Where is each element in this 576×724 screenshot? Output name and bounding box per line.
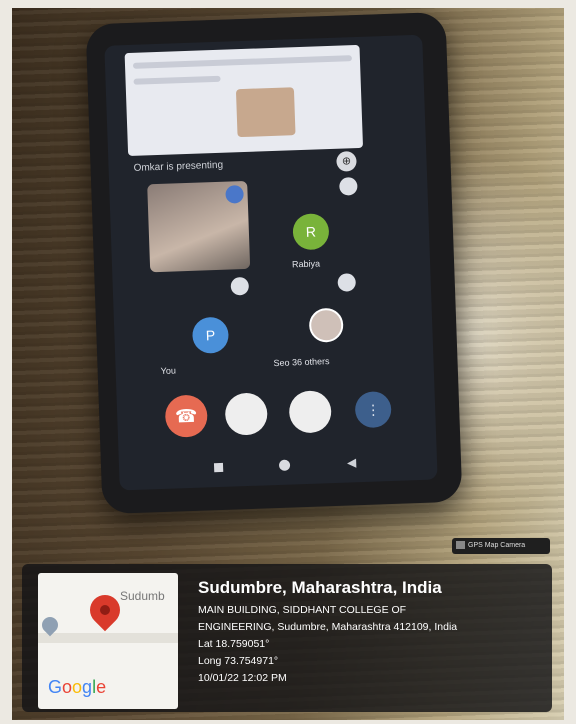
avatar-others[interactable] bbox=[308, 307, 344, 343]
back-icon[interactable]: ◀ bbox=[347, 455, 357, 469]
shared-screen-text bbox=[133, 75, 221, 85]
participant-name-rabiya: Rabiya bbox=[291, 258, 321, 270]
recent-apps-icon[interactable] bbox=[213, 462, 224, 473]
map-road bbox=[38, 633, 178, 643]
gps-info-text: Sudumbre, Maharashtra, India MAIN BUILDI… bbox=[198, 578, 548, 687]
mic-indicator-icon bbox=[225, 185, 244, 204]
home-icon[interactable] bbox=[278, 459, 291, 471]
more-options-button[interactable]: ⋮ bbox=[354, 391, 392, 429]
smartphone: Omkar is presenting ⊕ R Rabiya P You Seo… bbox=[85, 11, 463, 515]
camera-icon bbox=[456, 541, 465, 550]
tile-menu-icon[interactable] bbox=[337, 273, 357, 292]
latitude: Lat 18.759051° bbox=[198, 638, 270, 650]
map-thumbnail: Sudumb Google bbox=[38, 573, 178, 709]
location-title: Sudumbre, Maharashtra, India bbox=[198, 578, 442, 597]
end-call-button[interactable]: ☎ bbox=[164, 394, 209, 438]
pin-icon[interactable]: ⊕ bbox=[336, 151, 357, 172]
gps-badge-text: GPS Map Camera bbox=[468, 542, 526, 549]
camera-button[interactable] bbox=[288, 390, 332, 434]
tile-menu-icon[interactable] bbox=[339, 177, 358, 196]
shared-screen-toolbar bbox=[132, 55, 353, 69]
google-logo: Google bbox=[48, 677, 107, 697]
avatar-rabiya[interactable]: R bbox=[292, 213, 330, 251]
gps-camera-badge: GPS Map Camera bbox=[452, 538, 550, 554]
longitude: Long 73.754971° bbox=[198, 655, 279, 667]
address-line-2: ENGINEERING, Sudumbre, Maharashtra 41210… bbox=[198, 621, 458, 633]
participant-video-tile[interactable] bbox=[147, 180, 251, 273]
shared-screen-preview bbox=[124, 44, 364, 157]
timestamp: 10/01/22 12:02 PM bbox=[198, 672, 287, 684]
shared-screen-video bbox=[235, 87, 296, 138]
presenting-label: Omkar is presenting bbox=[133, 159, 224, 174]
microphone-button[interactable] bbox=[224, 392, 268, 436]
avatar-you[interactable]: P bbox=[191, 316, 230, 354]
address-line-1: MAIN BUILDING, SIDDHANT COLLEGE OF bbox=[198, 604, 407, 616]
map-place-label: Sudumb bbox=[120, 589, 165, 603]
tile-menu-icon[interactable] bbox=[230, 276, 250, 296]
participant-name-you: You bbox=[160, 365, 177, 377]
participant-name-others: Seo 36 others bbox=[273, 356, 330, 369]
video-call-screen: Omkar is presenting ⊕ R Rabiya P You Seo… bbox=[104, 34, 438, 491]
